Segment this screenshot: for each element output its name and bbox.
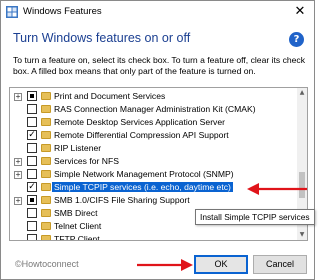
folder-icon [41, 105, 51, 113]
scroll-down-arrow-icon[interactable]: ▼ [297, 230, 307, 240]
feature-label[interactable]: Remote Desktop Services Application Serv… [54, 117, 225, 127]
feature-checkbox[interactable] [27, 104, 37, 114]
folder-icon [41, 183, 51, 191]
feature-label[interactable]: Print and Document Services [54, 91, 165, 101]
description-text: To turn a feature on, select its check b… [13, 55, 306, 76]
page-title: Turn Windows features on or off [13, 31, 191, 45]
feature-label[interactable]: Telnet Client [54, 221, 101, 231]
feature-checkbox[interactable] [27, 169, 37, 179]
feature-label[interactable]: Simple TCPIP services (i.e. echo, daytim… [52, 182, 233, 192]
ok-annotation-arrow-icon [137, 259, 193, 271]
folder-icon [41, 222, 51, 230]
feature-row[interactable]: RAS Connection Manager Administration Ki… [10, 103, 298, 116]
folder-icon [41, 196, 51, 204]
expand-icon[interactable]: + [14, 158, 22, 166]
watermark: ©Howtoconnect [15, 259, 79, 269]
feature-checkbox[interactable] [27, 221, 37, 231]
feature-label[interactable]: RIP Listener [54, 143, 101, 153]
feature-label[interactable]: SMB 1.0/CIFS File Sharing Support [54, 195, 190, 205]
folder-icon [41, 131, 51, 139]
window-title: Windows Features [23, 6, 102, 17]
partial-fill-icon [30, 198, 34, 202]
folder-icon [41, 144, 51, 152]
feature-checkbox[interactable]: ✓ [27, 130, 37, 140]
folder-icon [41, 92, 51, 100]
folder-icon [41, 170, 51, 178]
folder-icon [41, 235, 51, 240]
feature-row[interactable]: + Services for NFS [10, 155, 298, 168]
feature-checkbox[interactable] [27, 117, 37, 127]
feature-checkbox[interactable]: ✓ [27, 182, 37, 192]
expand-icon[interactable]: + [14, 171, 22, 179]
feature-label[interactable]: Remote Differential Compression API Supp… [54, 130, 229, 140]
feature-row[interactable]: Remote Desktop Services Application Serv… [10, 116, 298, 129]
expand-icon[interactable]: + [14, 197, 22, 205]
feature-checkbox[interactable] [27, 91, 37, 101]
feature-checkbox[interactable] [27, 143, 37, 153]
partial-fill-icon [30, 94, 34, 98]
folder-icon [41, 157, 51, 165]
feature-row[interactable]: + Simple Network Management Protocol (SNM… [10, 168, 298, 181]
tooltip: Install Simple TCPIP services [195, 209, 315, 225]
feature-checkbox[interactable] [27, 234, 37, 240]
feature-checkbox[interactable] [27, 156, 37, 166]
feature-label[interactable]: Services for NFS [54, 156, 119, 166]
feature-row[interactable]: + Print and Document Services [10, 90, 298, 103]
scroll-up-arrow-icon[interactable]: ▲ [297, 88, 307, 98]
cancel-button[interactable]: Cancel [253, 255, 307, 274]
feature-label[interactable]: RAS Connection Manager Administration Ki… [54, 104, 256, 114]
folder-icon [41, 209, 51, 217]
expand-icon[interactable]: + [14, 93, 22, 101]
close-button[interactable]: ✕ [288, 2, 312, 21]
windows-features-dialog: Windows Features ✕ Turn Windows features… [0, 0, 315, 280]
feature-label[interactable]: SMB Direct [54, 208, 97, 218]
feature-row[interactable]: TFTP Client [10, 233, 298, 240]
feature-label[interactable]: TFTP Client [54, 234, 100, 240]
feature-row[interactable]: ✓ Remote Differential Compression API Sup… [10, 129, 298, 142]
windows-features-app-icon [6, 6, 18, 18]
title-bar: Windows Features ✕ [1, 1, 314, 23]
ok-button[interactable]: OK [194, 255, 248, 274]
folder-icon [41, 118, 51, 126]
feature-checkbox[interactable] [27, 208, 37, 218]
annotation-arrow-icon [247, 183, 307, 195]
feature-label[interactable]: Simple Network Management Protocol (SNMP… [54, 169, 234, 179]
feature-row[interactable]: RIP Listener [10, 142, 298, 155]
feature-checkbox[interactable] [27, 195, 37, 205]
help-icon[interactable]: ? [289, 32, 304, 47]
